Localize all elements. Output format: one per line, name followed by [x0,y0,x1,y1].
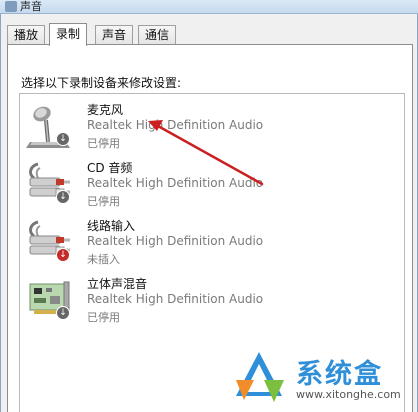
device-status: 已停用 [87,195,120,208]
instruction-text: 选择以下录制设备来修改设置: [21,76,182,90]
watermark-url: www.xitonghe.com [296,388,401,401]
watermark: 系统盒 www.xitonghe.com [228,350,418,410]
device-cd-audio[interactable]: ↓ CD 音频 Realtek High Definition Audio 已停… [20,156,404,214]
device-description: Realtek High Definition Audio [87,118,264,132]
tab-playback[interactable]: 播放 [7,25,46,45]
title-bar: 声音 [0,0,418,14]
tab-sounds[interactable]: 声音 [95,25,134,45]
device-status: 未插入 [87,253,120,266]
device-name: 线路输入 [87,219,136,233]
watermark-title: 系统盒 [296,359,383,390]
device-microphone[interactable]: ↓ 麦克风 Realtek High Definition Audio 已停用 [20,98,404,156]
device-stereo-mix[interactable]: ↓ 立体声混音 Realtek High Definition Audio 已停… [20,272,404,330]
disabled-badge-icon: ↓ [56,132,70,146]
device-description: Realtek High Definition Audio [87,292,264,306]
disabled-badge-icon: ↓ [56,190,70,204]
microphone-icon: ↓ [26,102,72,150]
window-title: 声音 [20,0,42,13]
device-name: CD 音频 [87,161,133,175]
watermark-logo-icon [236,352,284,402]
sound-card-icon: ↓ [26,276,72,324]
tab-recording[interactable]: 录制 [49,23,88,46]
device-name: 麦克风 [87,103,124,117]
disabled-badge-icon: ↓ [56,306,70,320]
device-status: 已停用 [87,137,120,150]
device-description: Realtek High Definition Audio [87,234,264,248]
device-description: Realtek High Definition Audio [87,176,264,190]
device-line-in[interactable]: ↓ 线路输入 Realtek High Definition Audio 未插入 [20,214,404,272]
audio-cable-icon: ↓ [26,218,72,266]
not-plugged-in-badge-icon: ↓ [56,248,70,262]
audio-cable-icon: ↓ [26,160,72,208]
speaker-icon [5,1,17,12]
device-name: 立体声混音 [87,277,148,291]
device-status: 已停用 [87,311,120,324]
tab-communications[interactable]: 通信 [138,25,177,45]
